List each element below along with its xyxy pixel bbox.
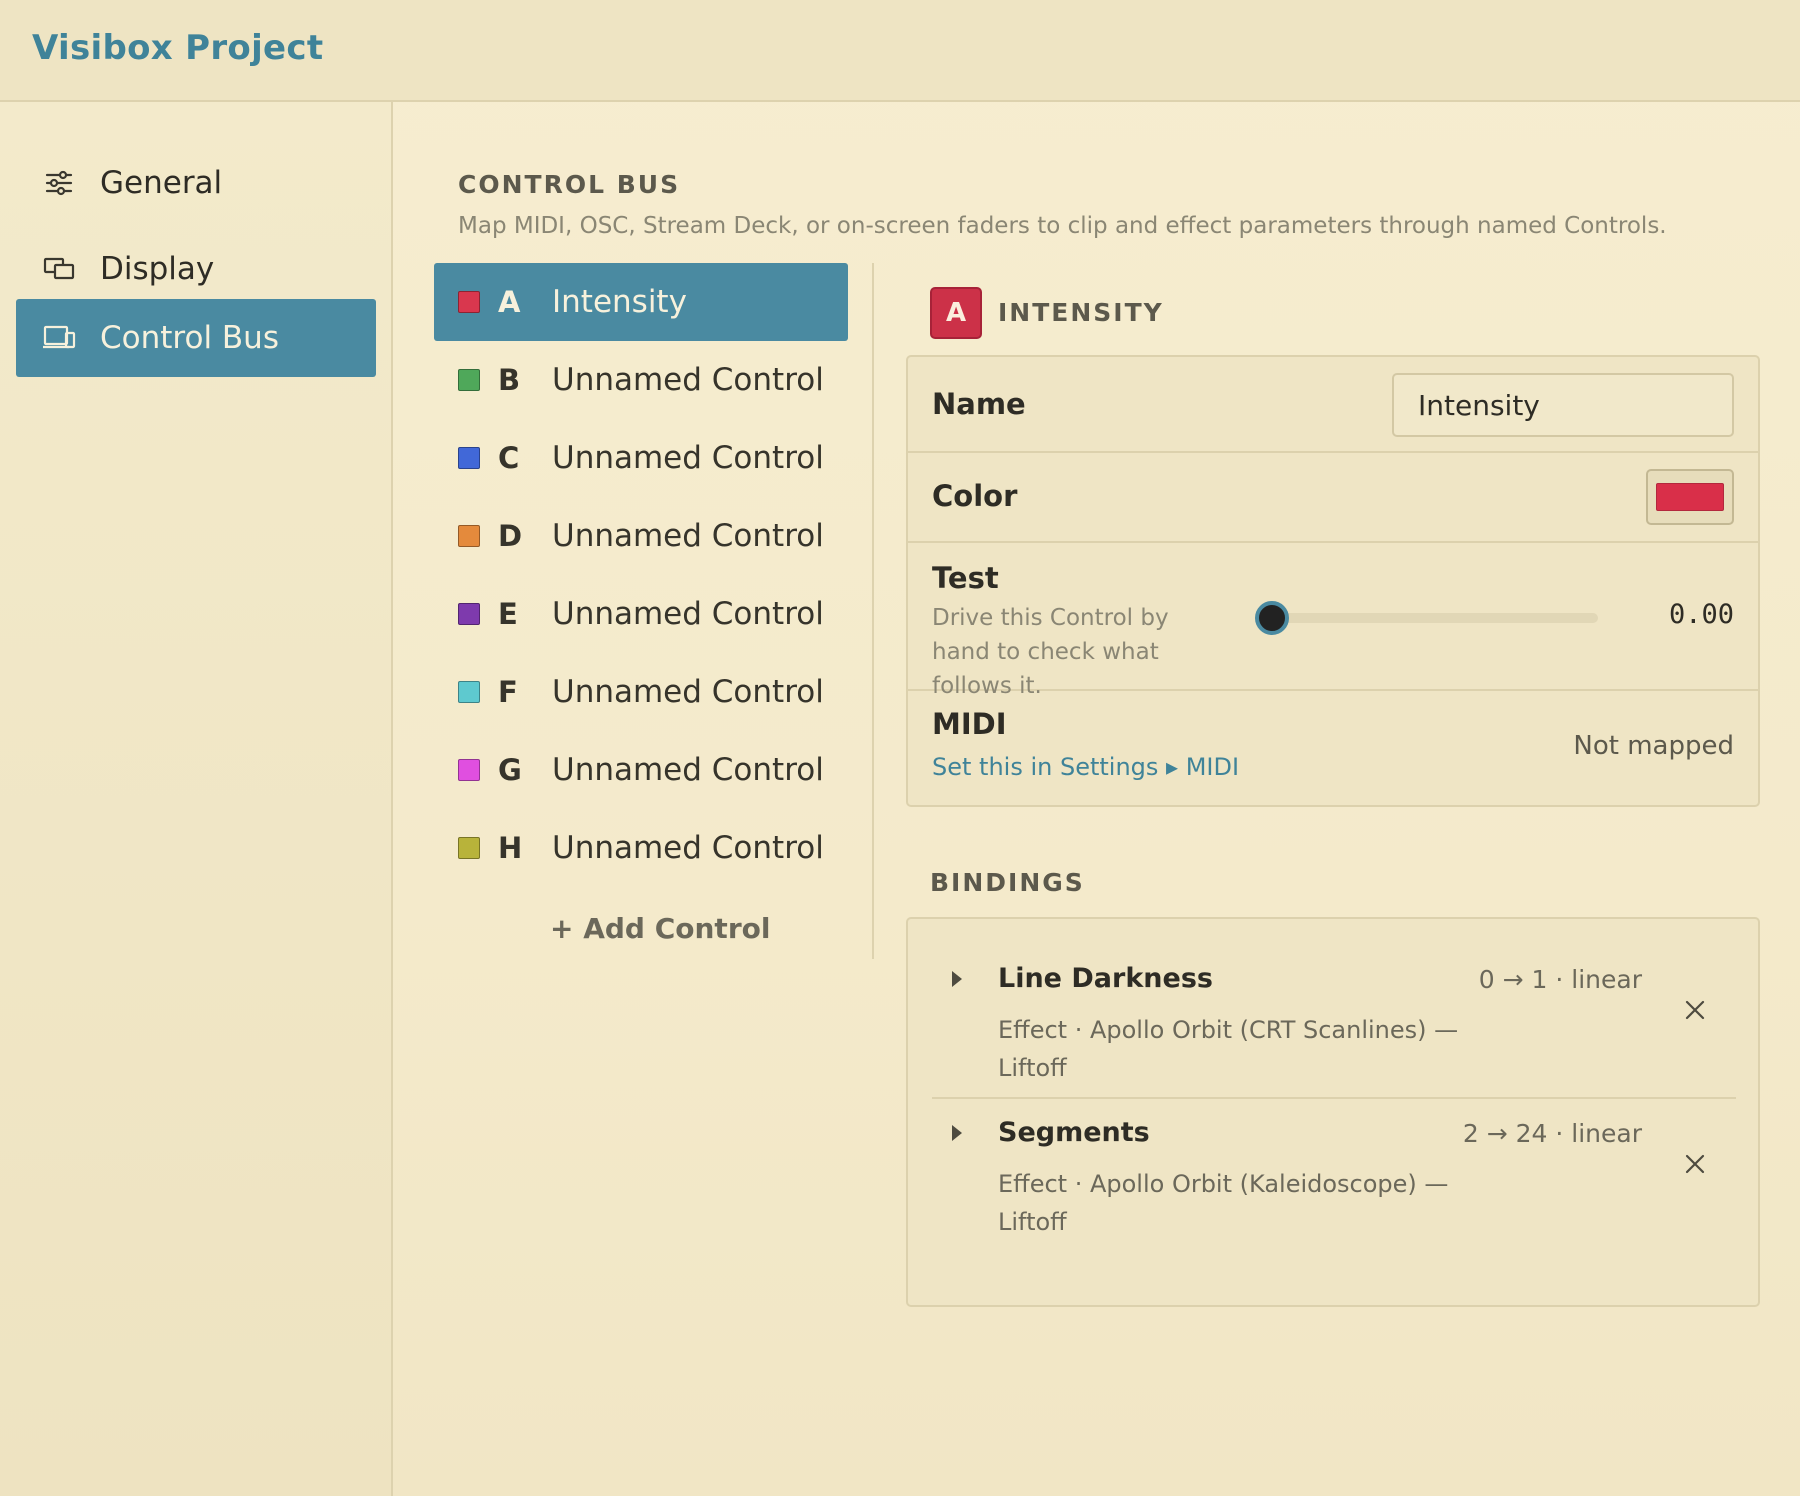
header-bar: Visibox Project bbox=[0, 0, 1800, 102]
test-value: 0.00 bbox=[1668, 599, 1734, 630]
app-title: Visibox Project bbox=[32, 28, 324, 68]
control-color-swatch bbox=[458, 759, 480, 781]
name-label: Name bbox=[932, 387, 1026, 421]
control-bus-icon bbox=[42, 321, 76, 355]
binding-name: Line Darkness bbox=[998, 963, 1213, 994]
test-slider-thumb[interactable] bbox=[1255, 601, 1289, 635]
control-item-b[interactable]: B Unnamed Control bbox=[434, 341, 848, 419]
remove-binding-icon[interactable] bbox=[1680, 995, 1710, 1025]
sidebar-item-label: General bbox=[100, 165, 223, 201]
control-name: Unnamed Control bbox=[552, 440, 824, 476]
control-item-f[interactable]: F Unnamed Control bbox=[434, 653, 848, 731]
sidebar-item-general[interactable]: General bbox=[16, 144, 376, 222]
control-color-swatch bbox=[458, 837, 480, 859]
control-color-swatch bbox=[458, 369, 480, 391]
app-window: Visibox Project General Display Control … bbox=[0, 0, 1800, 1496]
add-control-button[interactable]: + Add Control bbox=[550, 912, 770, 945]
control-name: Unnamed Control bbox=[552, 518, 824, 554]
expand-caret-icon[interactable] bbox=[952, 971, 962, 987]
expand-caret-icon[interactable] bbox=[952, 1125, 962, 1141]
column-divider bbox=[872, 263, 874, 959]
sidebar-item-display[interactable]: Display bbox=[16, 230, 376, 308]
control-badge: A bbox=[930, 287, 982, 339]
control-letter: E bbox=[498, 597, 518, 631]
control-letter: B bbox=[498, 363, 521, 397]
control-properties-card: Name Color Test Drive this Control by ha… bbox=[906, 355, 1760, 807]
control-color-swatch bbox=[458, 525, 480, 547]
sliders-icon bbox=[42, 166, 76, 200]
control-item-g[interactable]: G Unnamed Control bbox=[434, 731, 848, 809]
control-name: Unnamed Control bbox=[552, 596, 824, 632]
sidebar-item-label: Control Bus bbox=[100, 320, 279, 356]
control-name: Unnamed Control bbox=[552, 674, 824, 710]
bindings-card: Line Darkness 0 → 1 · linear Effect · Ap… bbox=[906, 917, 1760, 1307]
binding-row: Line Darkness 0 → 1 · linear Effect · Ap… bbox=[932, 919, 1736, 1099]
control-letter: F bbox=[498, 675, 518, 709]
test-slider-track[interactable] bbox=[1272, 613, 1598, 623]
binding-target: Effect · Apollo Orbit (CRT Scanlines) — … bbox=[998, 1016, 1459, 1082]
control-letter: G bbox=[498, 753, 522, 787]
test-label: Test bbox=[932, 561, 999, 595]
midi-settings-link[interactable]: Set this in Settings ▸ MIDI bbox=[932, 753, 1239, 781]
color-label: Color bbox=[932, 479, 1018, 513]
control-letter: H bbox=[498, 831, 523, 865]
midi-status: Not mapped bbox=[1573, 731, 1734, 761]
bindings-title: BINDINGS bbox=[930, 868, 1085, 897]
name-row: Name bbox=[908, 357, 1758, 453]
control-letter: A bbox=[498, 285, 521, 319]
control-name: Unnamed Control bbox=[552, 362, 824, 398]
control-item-c[interactable]: C Unnamed Control bbox=[434, 419, 848, 497]
binding-row: Segments 2 → 24 · linear Effect · Apollo… bbox=[932, 1101, 1736, 1281]
control-item-d[interactable]: D Unnamed Control bbox=[434, 497, 848, 575]
midi-row: MIDI Set this in Settings ▸ MIDI Not map… bbox=[908, 691, 1758, 805]
color-chip bbox=[1656, 483, 1724, 511]
sidebar-item-label: Display bbox=[100, 251, 215, 287]
control-color-swatch bbox=[458, 447, 480, 469]
control-name: Intensity bbox=[552, 284, 687, 320]
control-item-h[interactable]: H Unnamed Control bbox=[434, 809, 848, 887]
binding-range: 0 → 1 · linear bbox=[1478, 965, 1642, 994]
test-hint: Drive this Control by hand to check what… bbox=[932, 605, 1169, 699]
section-description: Map MIDI, OSC, Stream Deck, or on-screen… bbox=[458, 213, 1667, 239]
test-row: Test Drive this Control by hand to check… bbox=[908, 543, 1758, 699]
control-list: A Intensity B Unnamed Control C Unnamed … bbox=[434, 263, 848, 887]
control-letter: D bbox=[498, 519, 523, 553]
color-row: Color bbox=[908, 453, 1758, 543]
control-item-a[interactable]: A Intensity bbox=[434, 263, 848, 341]
sidebar-item-control-bus[interactable]: Control Bus bbox=[16, 299, 376, 377]
sidebar: General Display Control Bus bbox=[0, 102, 393, 1496]
control-name: Unnamed Control bbox=[552, 830, 824, 866]
binding-name: Segments bbox=[998, 1117, 1150, 1148]
control-name: Unnamed Control bbox=[552, 752, 824, 788]
section-title: CONTROL BUS bbox=[458, 170, 681, 199]
name-field[interactable] bbox=[1392, 373, 1734, 437]
binding-target: Effect · Apollo Orbit (Kaleidoscope) — L… bbox=[998, 1170, 1449, 1236]
midi-label: MIDI bbox=[932, 707, 1007, 741]
control-letter: C bbox=[498, 441, 520, 475]
control-item-e[interactable]: E Unnamed Control bbox=[434, 575, 848, 653]
control-color-swatch bbox=[458, 603, 480, 625]
display-icon bbox=[42, 252, 76, 286]
detail-title: INTENSITY bbox=[998, 298, 1164, 327]
color-picker-button[interactable] bbox=[1646, 469, 1734, 525]
control-color-swatch bbox=[458, 291, 480, 313]
remove-binding-icon[interactable] bbox=[1680, 1149, 1710, 1179]
binding-range: 2 → 24 · linear bbox=[1462, 1119, 1642, 1148]
control-color-swatch bbox=[458, 681, 480, 703]
